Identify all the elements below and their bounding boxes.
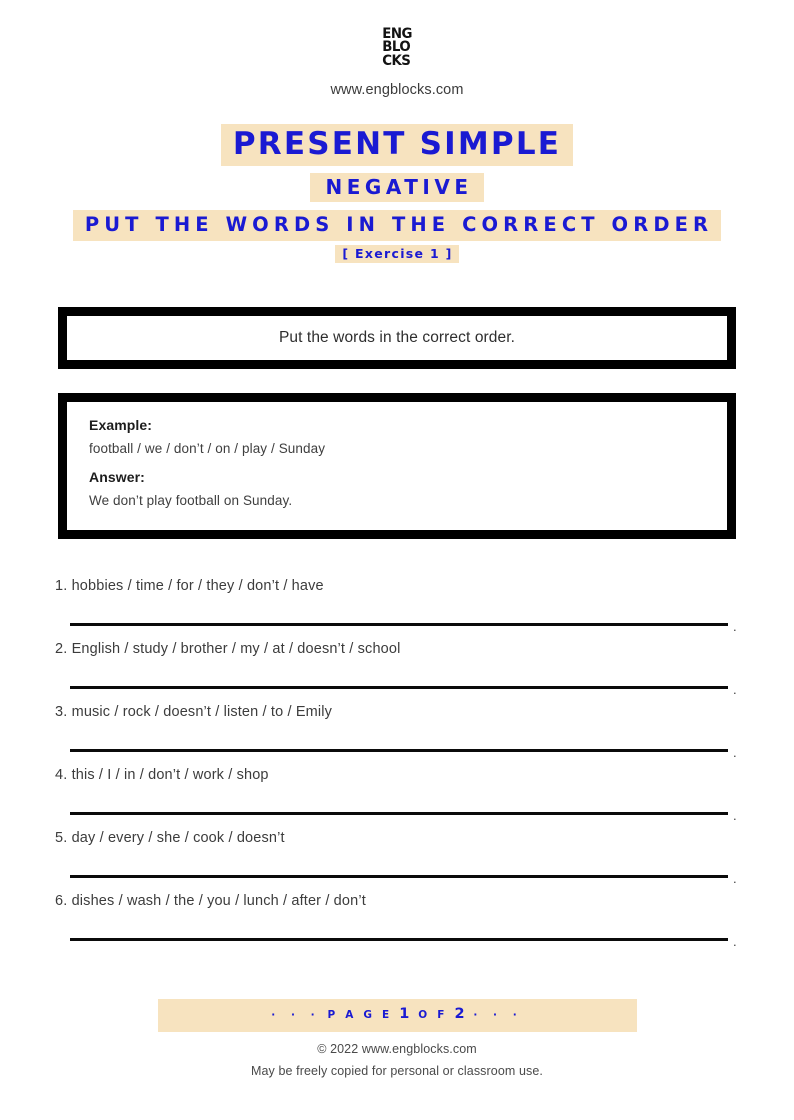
question-item-1: 1. hobbies / time / for / they / don’t /…: [55, 578, 739, 641]
title-sub-row: NEGATIVE: [0, 173, 794, 203]
answer-period-2: .: [733, 682, 737, 697]
example-label: Example:: [89, 417, 153, 433]
question-item-4: 4. this / I / in / don’t / work / shop .: [55, 767, 739, 830]
answer-line-4[interactable]: [70, 812, 728, 815]
page-header: ENG BLO CKS www.engblocks.com: [0, 0, 794, 98]
example-text: football / we / don’t / on / play / Sund…: [89, 441, 326, 456]
page-subtitle: NEGATIVE: [309, 173, 485, 203]
answer-period-6: .: [733, 934, 737, 949]
question-number-3: 3.: [55, 704, 68, 720]
question-number-2: 2.: [55, 641, 68, 657]
question-text-6: 6. dishes / wash / the / you / lunch / a…: [55, 893, 739, 909]
task-title: PUT THE WORDS IN THE CORRECT ORDER: [72, 210, 722, 241]
answer-period-1: .: [733, 619, 737, 634]
answer-line-2[interactable]: [70, 686, 728, 689]
question-number-6: 6.: [55, 893, 68, 909]
title-task-row: PUT THE WORDS IN THE CORRECT ORDER: [0, 210, 794, 241]
question-text-1: 1. hobbies / time / for / they / don’t /…: [55, 578, 739, 594]
of-word: O F: [418, 1009, 448, 1021]
title-block: PRESENT SIMPLE NEGATIVE PUT THE WORDS IN…: [0, 123, 794, 264]
answer-label: Answer:: [89, 469, 145, 485]
question-text-4: 4. this / I / in / don’t / work / shop: [55, 767, 739, 783]
question-text-2: 2. English / study / brother / my / at /…: [55, 641, 739, 657]
copyright-text: © 2022 www.engblocks.com: [317, 1042, 477, 1056]
question-words-2: English / study / brother / my / at / do…: [71, 641, 401, 657]
instruction-box: Put the words in the correct order.: [58, 307, 736, 369]
question-text-5: 5. day / every / she / cook / doesn’t: [55, 830, 739, 846]
answer-line-3[interactable]: [70, 749, 728, 752]
page-word: P A G E: [327, 1009, 393, 1021]
total-page-number: 2: [454, 1006, 467, 1022]
page-indicator-wrap: · · · P A G E 1 O F 2 · · ·: [0, 999, 794, 1032]
question-text-3: 3. music / rock / doesn’t / listen / to …: [55, 704, 739, 720]
question-item-3: 3. music / rock / doesn’t / listen / to …: [55, 704, 739, 767]
answer-period-4: .: [733, 808, 737, 823]
example-box: Example: football / we / don’t / on / pl…: [58, 393, 736, 539]
site-url: www.engblocks.com: [330, 81, 464, 98]
question-number-4: 4.: [55, 767, 68, 783]
page-dots-left: · · ·: [271, 1009, 321, 1021]
answer-line-1[interactable]: [70, 623, 728, 626]
example-spacer: [89, 456, 727, 469]
license-text: May be freely copied for personal or cla…: [250, 1064, 544, 1078]
answer-period-5: .: [733, 871, 737, 886]
question-words-5: day / every / she / cook / doesn’t: [71, 830, 285, 846]
answer-text: We don’t play football on Sunday.: [89, 493, 293, 508]
answer-period-3: .: [733, 745, 737, 760]
engblocks-logo: ENG BLO CKS: [382, 27, 412, 69]
question-item-5: 5. day / every / she / cook / doesn’t .: [55, 830, 739, 893]
question-number-5: 5.: [55, 830, 68, 846]
logo-line-3: CKS: [382, 52, 411, 69]
page-indicator: · · · P A G E 1 O F 2 · · ·: [157, 999, 637, 1032]
worksheet-page: ENG BLO CKS www.engblocks.com PRESENT SI…: [0, 0, 794, 1120]
answer-line-6[interactable]: [70, 938, 728, 941]
question-item-6: 6. dishes / wash / the / you / lunch / a…: [55, 893, 739, 956]
current-page-number: 1: [399, 1006, 412, 1022]
answer-line-5[interactable]: [70, 875, 728, 878]
question-words-3: music / rock / doesn’t / listen / to / E…: [71, 704, 333, 720]
question-item-2: 2. English / study / brother / my / at /…: [55, 641, 739, 704]
instruction-text: Put the words in the correct order.: [278, 329, 516, 346]
exercise-badge: [ Exercise 1 ]: [335, 244, 459, 264]
question-words-6: dishes / wash / the / you / lunch / afte…: [71, 893, 366, 909]
page-dots-right: · · ·: [473, 1009, 523, 1021]
question-list: 1. hobbies / time / for / they / don’t /…: [55, 578, 739, 956]
question-number-1: 1.: [55, 578, 68, 594]
title-exercise-row: [ Exercise 1 ]: [0, 244, 794, 264]
question-words-1: hobbies / time / for / they / don’t / ha…: [71, 578, 324, 594]
title-main-row: PRESENT SIMPLE: [0, 123, 794, 167]
question-words-4: this / I / in / don’t / work / shop: [71, 767, 269, 783]
page-title: PRESENT SIMPLE: [220, 123, 574, 167]
